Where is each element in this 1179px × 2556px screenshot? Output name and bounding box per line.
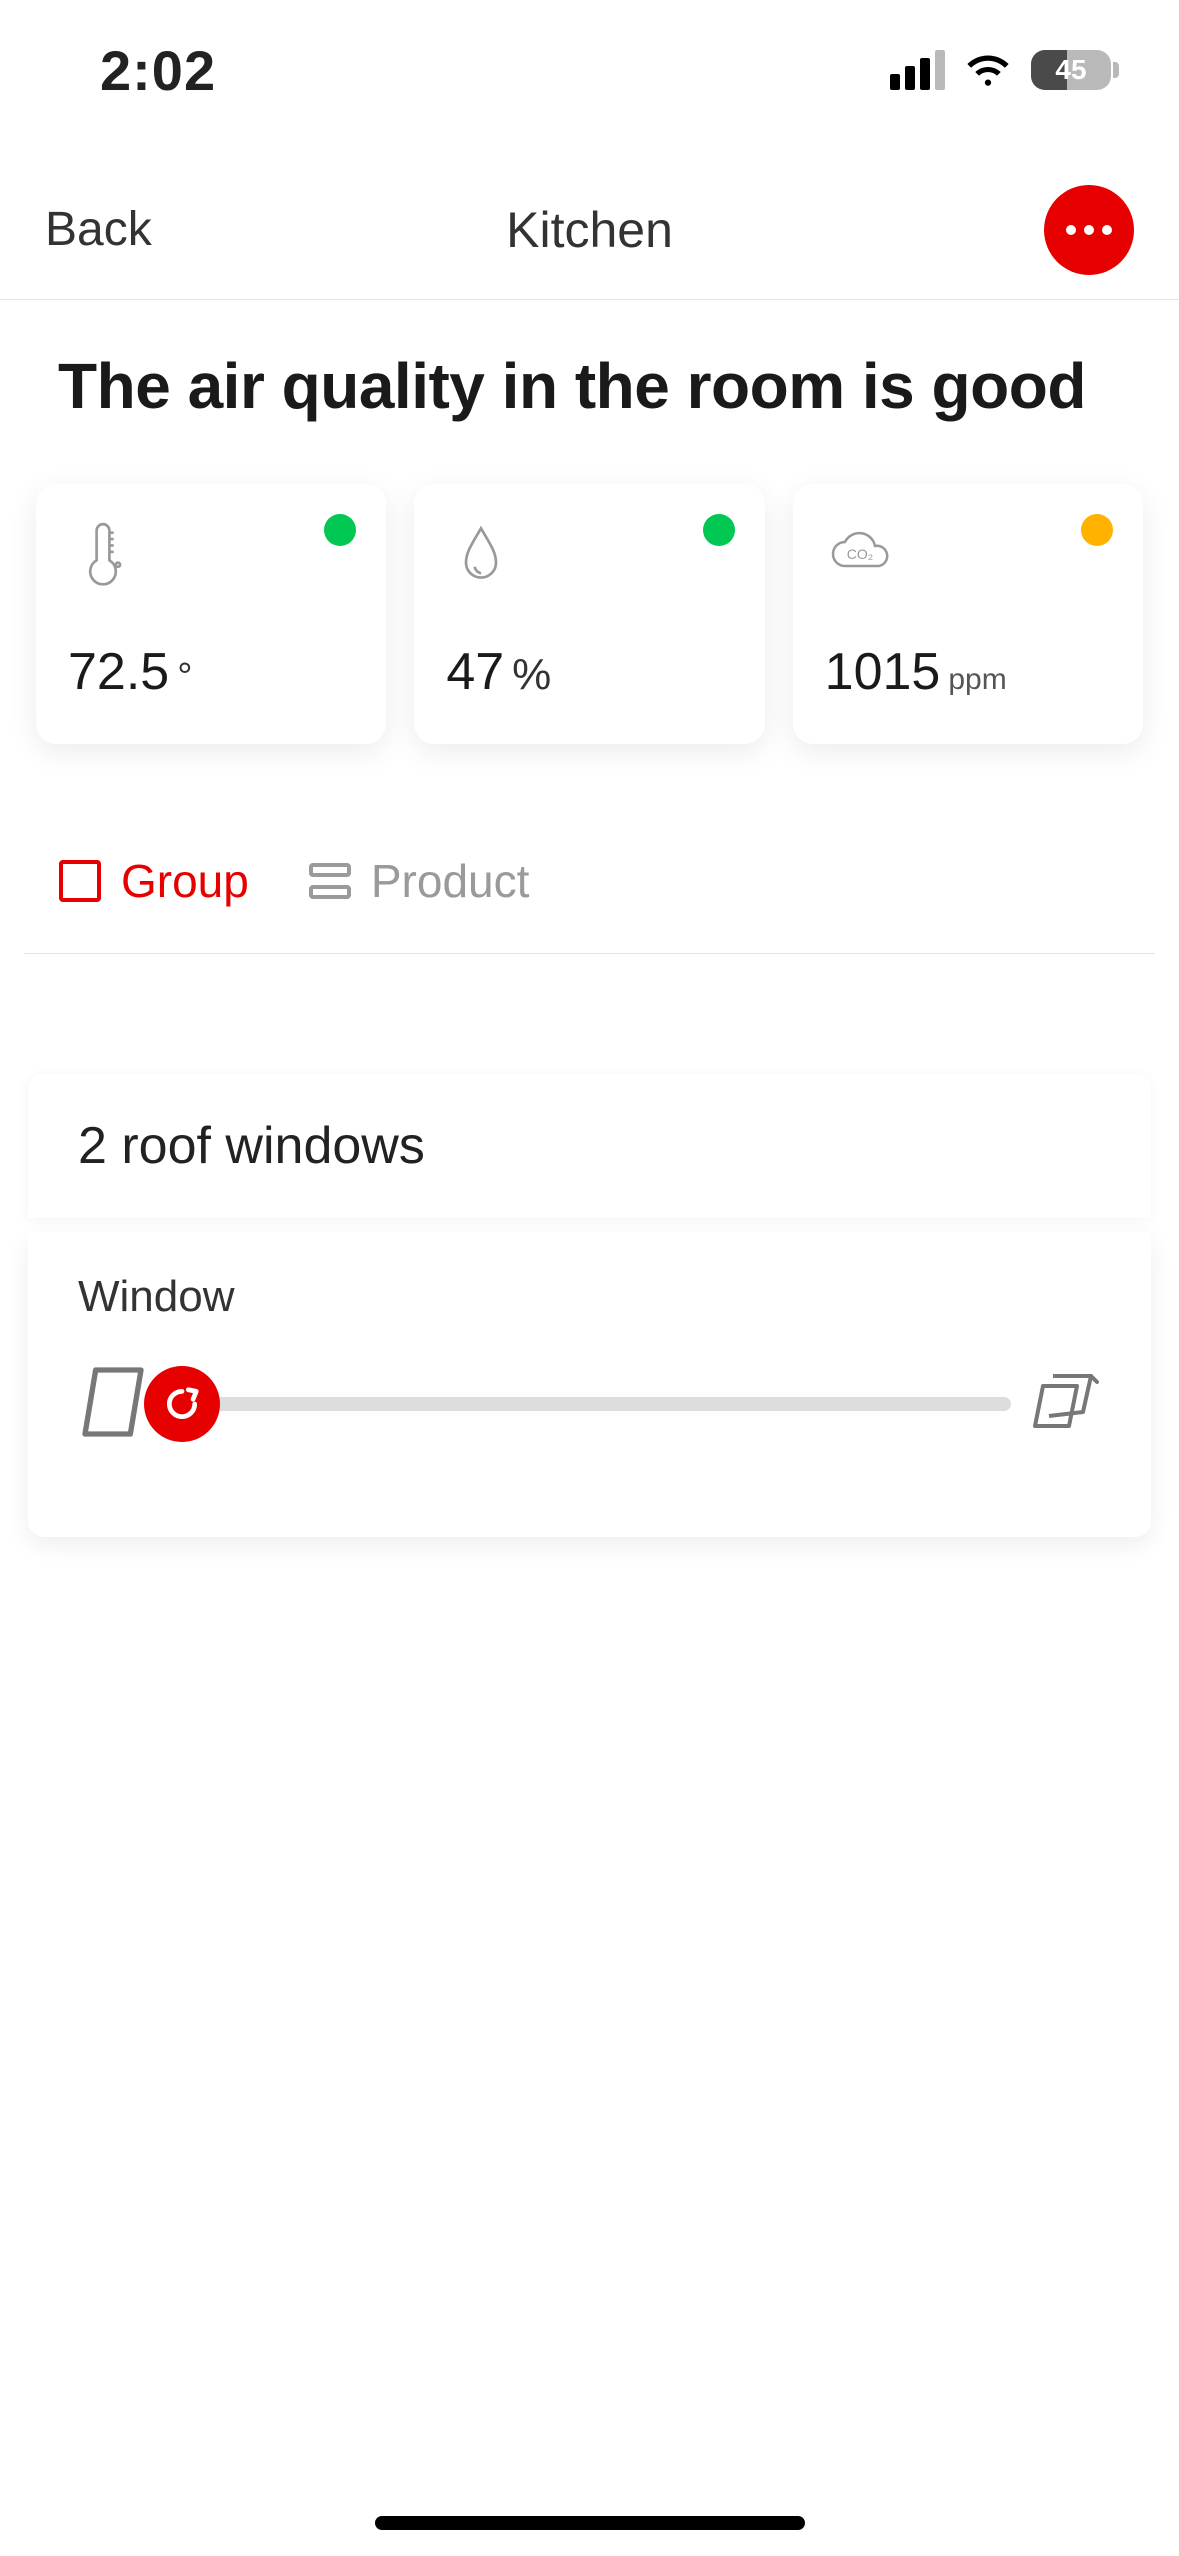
status-indicators: 45 bbox=[890, 48, 1119, 93]
more-options-button[interactable] bbox=[1044, 185, 1134, 275]
status-dot-good bbox=[324, 514, 356, 546]
thermometer-icon bbox=[68, 519, 138, 589]
group-icon bbox=[59, 860, 101, 902]
air-quality-headline: The air quality in the room is good bbox=[58, 350, 1121, 424]
humidity-value: 47 % bbox=[446, 642, 732, 702]
cellular-icon bbox=[890, 50, 945, 90]
co2-value: 1015 ppm bbox=[825, 642, 1111, 702]
back-button[interactable]: Back bbox=[45, 202, 152, 257]
nav-header: Back Kitchen bbox=[0, 160, 1179, 300]
battery-icon: 45 bbox=[1031, 50, 1119, 90]
temperature-value: 72.5° bbox=[68, 642, 354, 702]
slider-handle[interactable] bbox=[144, 1366, 220, 1442]
status-bar: 2:02 45 bbox=[0, 0, 1179, 140]
home-indicator[interactable] bbox=[375, 2516, 805, 2530]
status-dot-good bbox=[703, 514, 735, 546]
window-open-icon bbox=[1031, 1362, 1101, 1447]
svg-text:CO₂: CO₂ bbox=[846, 546, 872, 562]
temperature-card[interactable]: 72.5° bbox=[36, 484, 386, 744]
droplet-icon bbox=[446, 519, 516, 589]
status-dot-warning bbox=[1081, 514, 1113, 546]
list-icon bbox=[309, 863, 351, 899]
tab-product[interactable]: Product bbox=[309, 854, 530, 908]
humidity-card[interactable]: 47 % bbox=[414, 484, 764, 744]
tab-group[interactable]: Group bbox=[59, 854, 249, 908]
window-closed-icon bbox=[78, 1362, 148, 1447]
tab-product-label: Product bbox=[371, 854, 530, 908]
status-time: 2:02 bbox=[100, 38, 216, 103]
device-label: Window bbox=[78, 1272, 1101, 1322]
battery-level: 45 bbox=[1031, 54, 1111, 86]
window-control-card: Window bbox=[28, 1232, 1151, 1537]
window-slider[interactable] bbox=[168, 1397, 1011, 1411]
tab-group-label: Group bbox=[121, 854, 249, 908]
co2-card[interactable]: CO₂ 1015 ppm bbox=[793, 484, 1143, 744]
device-group-header[interactable]: 2 roof windows bbox=[28, 1074, 1151, 1218]
page-title: Kitchen bbox=[506, 201, 673, 259]
metrics-row: 72.5° 47 % CO₂ bbox=[36, 484, 1143, 744]
wifi-icon bbox=[963, 48, 1013, 93]
co2-icon: CO₂ bbox=[825, 519, 895, 589]
view-tabs: Group Product bbox=[24, 854, 1155, 954]
